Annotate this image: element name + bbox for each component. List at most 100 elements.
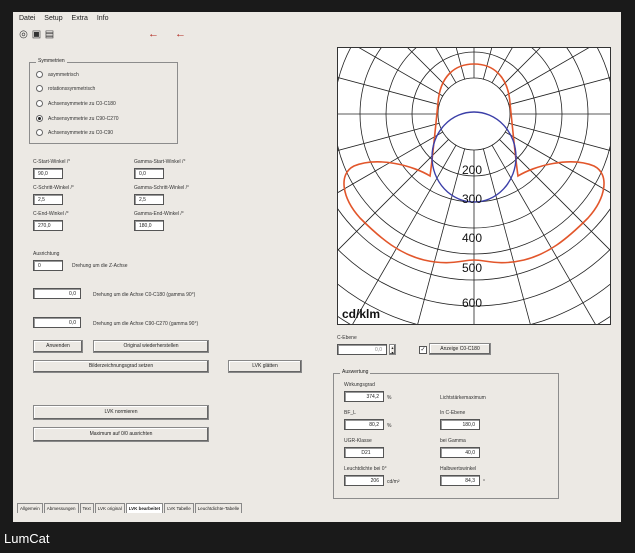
leuchtdichte-label: Leuchtdichte bei 0° <box>344 466 387 472</box>
lvk-normieren-button[interactable]: LVK normieren <box>33 405 209 420</box>
halbwert-value: 84,3 <box>440 475 480 486</box>
polar-svg: 200 300 400 500 600 cd/klm <box>338 48 610 324</box>
maximum-ausrichten-button[interactable]: Maximum auf 0/0 ausrichten <box>33 427 209 442</box>
original-wiederherstellen-button[interactable]: Original wiederherstellen <box>93 340 209 353</box>
polar-diagram: 200 300 400 500 600 cd/klm <box>337 47 611 325</box>
bilderzeichnungsgrad-button[interactable]: Bilderzeichnungsgrad setzen <box>33 360 209 373</box>
polar-unit-label: cd/klm <box>342 307 380 321</box>
bf-unit: % <box>387 423 392 429</box>
auswertung-title: Auswertung <box>340 369 371 375</box>
in-cebene-value: 180,0 <box>440 419 480 430</box>
symmetrie-title: Symmetrien <box>36 58 67 64</box>
ugr-label: UGR-Klasse <box>344 438 372 444</box>
back-arrow-icon[interactable]: ← <box>148 28 159 40</box>
tab-lvk-bearbeitet[interactable]: LVK bearbeitet <box>125 503 164 513</box>
leuchtdichte-unit: cd/m² <box>387 479 400 485</box>
c-step-input[interactable]: 2,5 <box>33 194 63 205</box>
menu-setup[interactable]: Setup <box>44 15 62 22</box>
polar-label-300: 300 <box>462 192 482 206</box>
c-end-input[interactable]: 270,0 <box>33 220 63 231</box>
radio-label: Achsensymmetrie zu C90-C270 <box>48 115 119 122</box>
ugr-value: D21 <box>344 447 384 458</box>
bei-gamma-label: bei Gamma <box>440 438 466 444</box>
lichtstaerkemaximum-label: Lichtstärkemaximum <box>440 395 486 401</box>
tab-text[interactable]: Text <box>79 503 94 513</box>
grid-spoke <box>508 77 610 106</box>
grid-spoke <box>338 131 444 193</box>
menu-datei[interactable]: Datei <box>19 15 35 22</box>
halbwert-unit: ° <box>483 479 485 485</box>
tab-lvk-tabelle[interactable]: LVK Tabelle <box>164 503 194 513</box>
gamma-step-input[interactable]: 2,5 <box>134 194 164 205</box>
radio-achse-c0-c90[interactable]: Achsensymmetrie zu C0-C90 <box>36 129 113 136</box>
auswertung-group: Auswertung Wirkungsgrad 374,2 % Lichtstä… <box>333 369 559 499</box>
grid-spoke <box>338 77 440 106</box>
gamma-start-input[interactable]: 0,0 <box>134 168 164 179</box>
ausrichtung-note: Drehung um die Z-Achse <box>72 263 128 269</box>
open-icon[interactable]: ◎ <box>18 29 29 40</box>
symmetrie-group: Symmetrien asymmetrisch rotationssymmetr… <box>29 58 178 144</box>
radio-label: Achsensymmetrie zu C0-C180 <box>48 100 116 107</box>
radio-dot[interactable] <box>36 71 43 78</box>
anwenden-button[interactable]: Anwenden <box>33 340 83 353</box>
gamma-end-input[interactable]: 180,0 <box>134 220 164 231</box>
caption: LumCat <box>4 531 50 546</box>
ausrichtung-input[interactable]: 0 <box>33 260 63 271</box>
polar-label-500: 500 <box>462 261 482 275</box>
radio-dot[interactable] <box>36 129 43 136</box>
rotation-c0-label: Drehung um die Achse C0-C180 (gamma 90°) <box>93 292 196 298</box>
lvk-glaetten-button[interactable]: LVK glätten <box>228 360 302 373</box>
print-icon[interactable]: ▣ <box>31 29 42 40</box>
polar-label-600: 600 <box>462 296 482 310</box>
radio-achse-c0-c180[interactable]: Achsensymmetrie zu C0-C180 <box>36 100 116 107</box>
radio-label: Achsensymmetrie zu C0-C90 <box>48 129 114 136</box>
rotation-c0-input[interactable]: 0,0 <box>33 288 81 299</box>
anzeige-c0-c180-button[interactable]: Anzeige C0-C180 <box>429 343 491 355</box>
cebene-input[interactable]: 0,0 <box>337 344 387 355</box>
polar-label-200: 200 <box>462 163 482 177</box>
grid-spoke <box>491 48 513 84</box>
radio-dot[interactable] <box>36 115 43 122</box>
cebene-label: C-Ebene <box>337 335 357 341</box>
tab-allgemein[interactable]: Allgemein <box>17 503 43 513</box>
c-start-label: C-Start-Winkel /° <box>33 159 71 165</box>
bf-value: 80,2 <box>344 419 384 430</box>
wirkungsgrad-unit: % <box>387 395 392 401</box>
save-icon[interactable]: ▤ <box>44 29 55 40</box>
grid-spoke <box>504 48 590 97</box>
radio-dot[interactable] <box>36 85 43 92</box>
tab-bar: Allgemein Abmessungen Text LVK original … <box>17 503 243 513</box>
grid-spoke <box>504 131 610 193</box>
rotation-c90-label: Drehung um die Achse C90-C270 (gamma 90°… <box>93 321 199 327</box>
anzeige-checkbox[interactable]: ✓ <box>419 346 427 354</box>
radio-label: rotationssymmetrisch <box>48 85 96 92</box>
radio-rotationssymmetrisch[interactable]: rotationssymmetrisch <box>36 85 95 92</box>
polar-labels: 200 300 400 500 600 <box>462 163 482 310</box>
tab-abmessungen[interactable]: Abmessungen <box>43 503 79 513</box>
tab-leuchtdichte-tabelle[interactable]: Leuchtdichte-Tabelle <box>194 503 243 513</box>
leuchtdichte-value: 206 <box>344 475 384 486</box>
c-step-label: C-Schritt-Winkel /° <box>33 185 74 191</box>
wirkungsgrad-value: 374,2 <box>344 391 384 402</box>
gamma-end-label: Gamma-End-Winkel /° <box>134 211 184 217</box>
c-end-label: C-End-Winkel /° <box>33 211 69 217</box>
forward-arrow-icon[interactable]: ← <box>175 28 186 40</box>
lumcat-window: Datei Setup Extra Info ◎ ▣ ▤ ← ← Symmetr… <box>13 12 621 522</box>
menu-info[interactable]: Info <box>97 15 109 22</box>
c-start-input[interactable]: 90,0 <box>33 168 63 179</box>
polar-label-400: 400 <box>462 231 482 245</box>
polar-spokes <box>338 48 610 324</box>
radio-achse-c90-c270[interactable]: Achsensymmetrie zu C90-C270 <box>36 115 119 122</box>
radio-asymmetrisch[interactable]: asymmetrisch <box>36 71 79 78</box>
radio-label: asymmetrisch <box>48 71 79 78</box>
radio-dot[interactable] <box>36 100 43 107</box>
grid-spoke <box>435 48 457 84</box>
gamma-step-label: Gamma-Schritt-Winkel /° <box>134 185 190 191</box>
ausrichtung-label: Ausrichtung <box>33 251 60 257</box>
cebene-spinner[interactable]: ▴ ▾ <box>389 344 396 355</box>
menu-bar: Datei Setup Extra Info <box>19 15 116 22</box>
rotation-c90-input[interactable]: 0,0 <box>33 317 81 328</box>
tab-lvk-original[interactable]: LVK original <box>94 503 125 513</box>
menu-extra[interactable]: Extra <box>72 15 88 22</box>
grid-spoke <box>358 48 444 97</box>
